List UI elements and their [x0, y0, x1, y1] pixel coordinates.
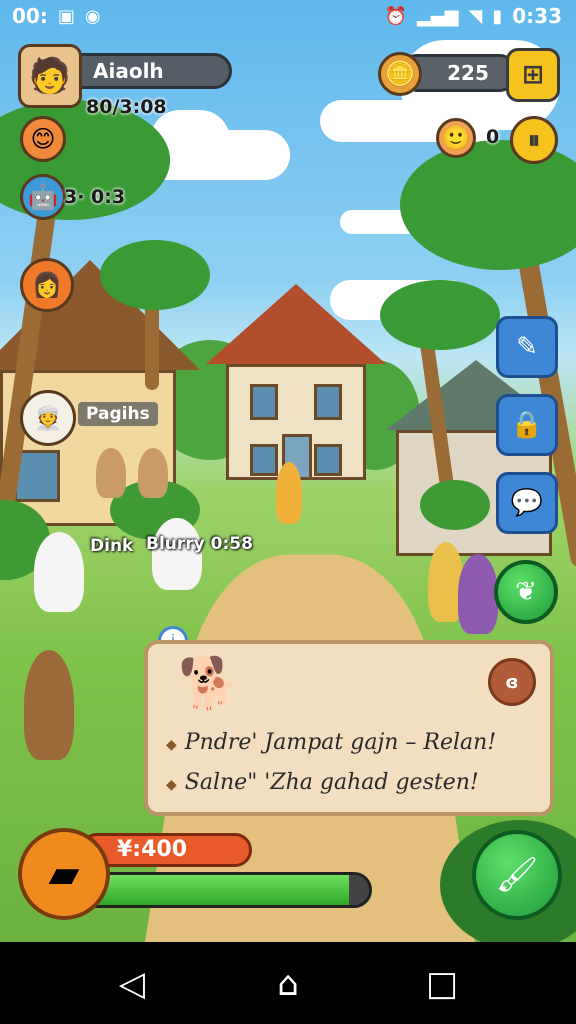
wifi-icon: ◥	[468, 5, 483, 27]
harvest-button[interactable]: ❦	[494, 560, 558, 624]
lock-icon: 🔒	[510, 410, 544, 440]
palm-leaves	[100, 240, 210, 310]
pencil-icon: ✎	[516, 332, 538, 362]
dialog-close-label: ɞ	[505, 671, 519, 693]
palm-leaves	[400, 140, 576, 270]
player-name-bar: Aiaolh	[62, 53, 232, 89]
villager-white-left[interactable]	[34, 532, 84, 612]
dialog-line-1-text: Pndre' Jampat gajn – Relan!	[184, 730, 497, 755]
npc-label-mid: Blurry 0:58	[146, 534, 253, 554]
status-time: 0:33	[512, 4, 562, 28]
navigation-bar: ◁ ⌂ □	[0, 942, 576, 1024]
tool-button[interactable]: ▰	[18, 828, 110, 920]
villager-mini-icon[interactable]: 🙂	[436, 118, 476, 158]
chat-icon: 💬	[510, 488, 544, 518]
chat-button[interactable]: 💬	[496, 472, 558, 534]
battery-icon: ▮	[492, 5, 503, 27]
villager-house[interactable]	[96, 448, 126, 498]
dialog-close-button[interactable]: ɞ	[488, 658, 536, 706]
villager-portrait-icon[interactable]: 👳	[20, 390, 76, 446]
brush-icon: 🖌	[495, 855, 539, 895]
wood-plank-icon: ▰	[48, 851, 80, 897]
player-stat-1: 80/3:08	[86, 96, 167, 118]
dialog-line-2: ◆ Salne" 'Zha gahad gesten!	[166, 770, 479, 795]
signal-icon: ▂▄▆	[416, 5, 459, 27]
player-name: Aiaolh	[93, 59, 164, 83]
progress-fill	[83, 875, 349, 905]
villager-right-purple[interactable]	[458, 554, 498, 634]
npc-label-house: Pagihs	[78, 402, 158, 426]
villager-house[interactable]	[138, 448, 168, 498]
edit-button[interactable]: ✎	[496, 316, 558, 378]
bullet-icon: ◆	[166, 737, 177, 753]
pause-button[interactable]: ⏸	[510, 116, 558, 164]
progress-bar	[80, 872, 372, 908]
status-bar: 00: ▣ ◉ ⏰ ▂▄▆ ◥ ▮ 0:33	[0, 0, 576, 34]
alarm-icon: ⏰	[384, 5, 407, 27]
villager-white-mid[interactable]	[152, 518, 202, 590]
palm-leaves	[380, 280, 500, 350]
money-amount: ¥:400	[117, 837, 188, 862]
dog-icon: 🐕	[178, 654, 241, 712]
secondary-count: 0	[486, 126, 500, 148]
leaf-icon: ❦	[515, 577, 537, 607]
dialog-box: 🐕 ɞ ◆ Pndre' Jampat gajn – Relan! ◆ Salne"…	[144, 640, 554, 816]
dialog-line-2-text: Salne" 'Zha gahad gesten!	[184, 770, 479, 795]
player-avatar[interactable]: 🧑	[18, 44, 82, 108]
player-stat-2: 3· 0:3	[64, 186, 126, 208]
coin-count: 225	[447, 61, 489, 85]
dialog-line-1: ◆ Pndre' Jampat gajn – Relan!	[166, 730, 496, 755]
coin-icon: 🪙	[378, 52, 422, 96]
recents-icon[interactable]: □	[422, 964, 462, 1004]
compass-icon: ◉	[84, 5, 101, 27]
home-icon[interactable]: ⌂	[268, 964, 308, 1004]
lock-button[interactable]: 🔒	[496, 394, 558, 456]
add-coins-button[interactable]: ⊞	[506, 48, 560, 102]
robot-icon[interactable]: 🤖	[20, 174, 66, 220]
villager-portrait-icon[interactable]: 👩	[20, 258, 74, 312]
bullet-icon: ◆	[166, 777, 177, 793]
villager-avatar-icon[interactable]: 😊	[20, 116, 66, 162]
npc-label-left: Dink	[90, 536, 134, 556]
gallery-icon: ▣	[57, 5, 75, 27]
paint-button[interactable]: 🖌	[472, 830, 562, 920]
villager-walking[interactable]	[276, 462, 302, 524]
villager-basket[interactable]	[24, 650, 74, 760]
back-icon[interactable]: ◁	[112, 964, 152, 1004]
status-left-text: 00:	[12, 4, 48, 28]
bush	[420, 480, 490, 530]
